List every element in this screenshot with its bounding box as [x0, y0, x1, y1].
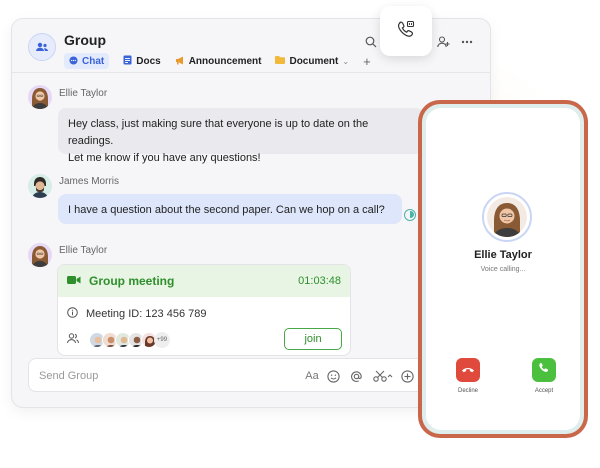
- emoji-icon[interactable]: [325, 368, 341, 384]
- decline-label: Decline: [457, 388, 478, 394]
- more-participants-count[interactable]: +99: [154, 332, 170, 348]
- app-stage: Group Chat Docs Announcement Document ⌄ …: [0, 0, 600, 468]
- add-member-icon[interactable]: [434, 33, 452, 51]
- phone-icon: [538, 361, 550, 379]
- meeting-duration: 01:03:48: [298, 275, 341, 287]
- caller-avatar: [482, 192, 532, 242]
- phone-device: Ellie Taylor Voice calling... Decline Ac…: [418, 100, 588, 438]
- phone-bezel: Ellie Taylor Voice calling... Decline Ac…: [422, 104, 584, 434]
- phone-call-icon: [397, 20, 415, 43]
- tab-docs[interactable]: Docs: [123, 53, 161, 69]
- group-avatar-icon[interactable]: [28, 33, 56, 61]
- text-format-icon[interactable]: Aa: [302, 368, 322, 384]
- meeting-id: Meeting ID: 123 456 789: [86, 308, 207, 320]
- caller-photo: [487, 197, 527, 237]
- add-tab-button[interactable]: +: [363, 54, 371, 69]
- caller-name: Ellie Taylor: [474, 249, 532, 261]
- add-icon[interactable]: [399, 368, 415, 384]
- read-receipt-icon: [404, 209, 416, 221]
- meeting-card-header: Group meeting 01:03:48: [58, 265, 350, 297]
- accept-call-button[interactable]: [532, 358, 556, 382]
- tab-document[interactable]: Document ⌄: [275, 53, 349, 69]
- group-title: Group: [64, 32, 106, 48]
- message-bubble: Hey class, just making sure that everyon…: [58, 108, 424, 164]
- accept-label: Accept: [534, 388, 554, 394]
- participants-icon: [67, 331, 79, 349]
- message-text-line: Let me know if you have any questions!: [68, 152, 261, 164]
- message-text-line: Hey class, just making sure that everyon…: [68, 118, 369, 147]
- hang-up-icon: [461, 361, 475, 379]
- chevron-down-icon: ⌄: [342, 56, 350, 66]
- participant-list: +99: [67, 331, 170, 349]
- call-status: Voice calling...: [480, 266, 526, 273]
- chat-bubble-icon: [69, 55, 78, 67]
- meeting-id-row: Meeting ID: 123 456 789: [67, 307, 206, 321]
- tab-announcement-label: Announcement: [188, 55, 262, 67]
- tab-docs-label: Docs: [136, 55, 161, 67]
- mention-icon[interactable]: [348, 368, 364, 384]
- message-sender: Ellie Taylor: [59, 245, 108, 256]
- avatar[interactable]: [28, 85, 52, 109]
- message-composer: Aa: [28, 358, 428, 392]
- megaphone-icon: [175, 56, 185, 67]
- call-button[interactable]: [380, 6, 432, 56]
- avatar[interactable]: [28, 174, 52, 198]
- message-sender: Ellie Taylor: [59, 88, 108, 99]
- docs-icon: [123, 55, 132, 67]
- incoming-call-screen: Ellie Taylor Voice calling... Decline Ac…: [426, 108, 580, 430]
- tab-chat-label: Chat: [82, 55, 105, 67]
- tab-document-label: Document: [289, 55, 339, 67]
- decline-call-button[interactable]: [456, 358, 480, 382]
- meeting-card: Group meeting 01:03:48 Meeting ID: 123 4…: [57, 264, 351, 356]
- video-camera-icon: [67, 272, 81, 290]
- message-input[interactable]: [39, 367, 289, 385]
- message-bubble: I have a question about the second paper…: [58, 194, 402, 224]
- meeting-title: Group meeting: [89, 274, 175, 288]
- search-icon[interactable]: [362, 33, 380, 51]
- scissors-icon[interactable]: [372, 368, 394, 384]
- tab-announcement[interactable]: Announcement: [175, 53, 262, 69]
- message-sender: James Morris: [59, 176, 120, 187]
- message-text: I have a question about the second paper…: [68, 204, 385, 216]
- chat-tabs: Chat Docs Announcement Document ⌄ +: [64, 53, 371, 69]
- tab-chat[interactable]: Chat: [64, 53, 110, 69]
- info-icon: [67, 307, 78, 321]
- avatar[interactable]: [28, 243, 52, 267]
- join-meeting-button[interactable]: join: [284, 328, 342, 350]
- folder-icon: [275, 56, 286, 66]
- more-icon[interactable]: [458, 33, 476, 51]
